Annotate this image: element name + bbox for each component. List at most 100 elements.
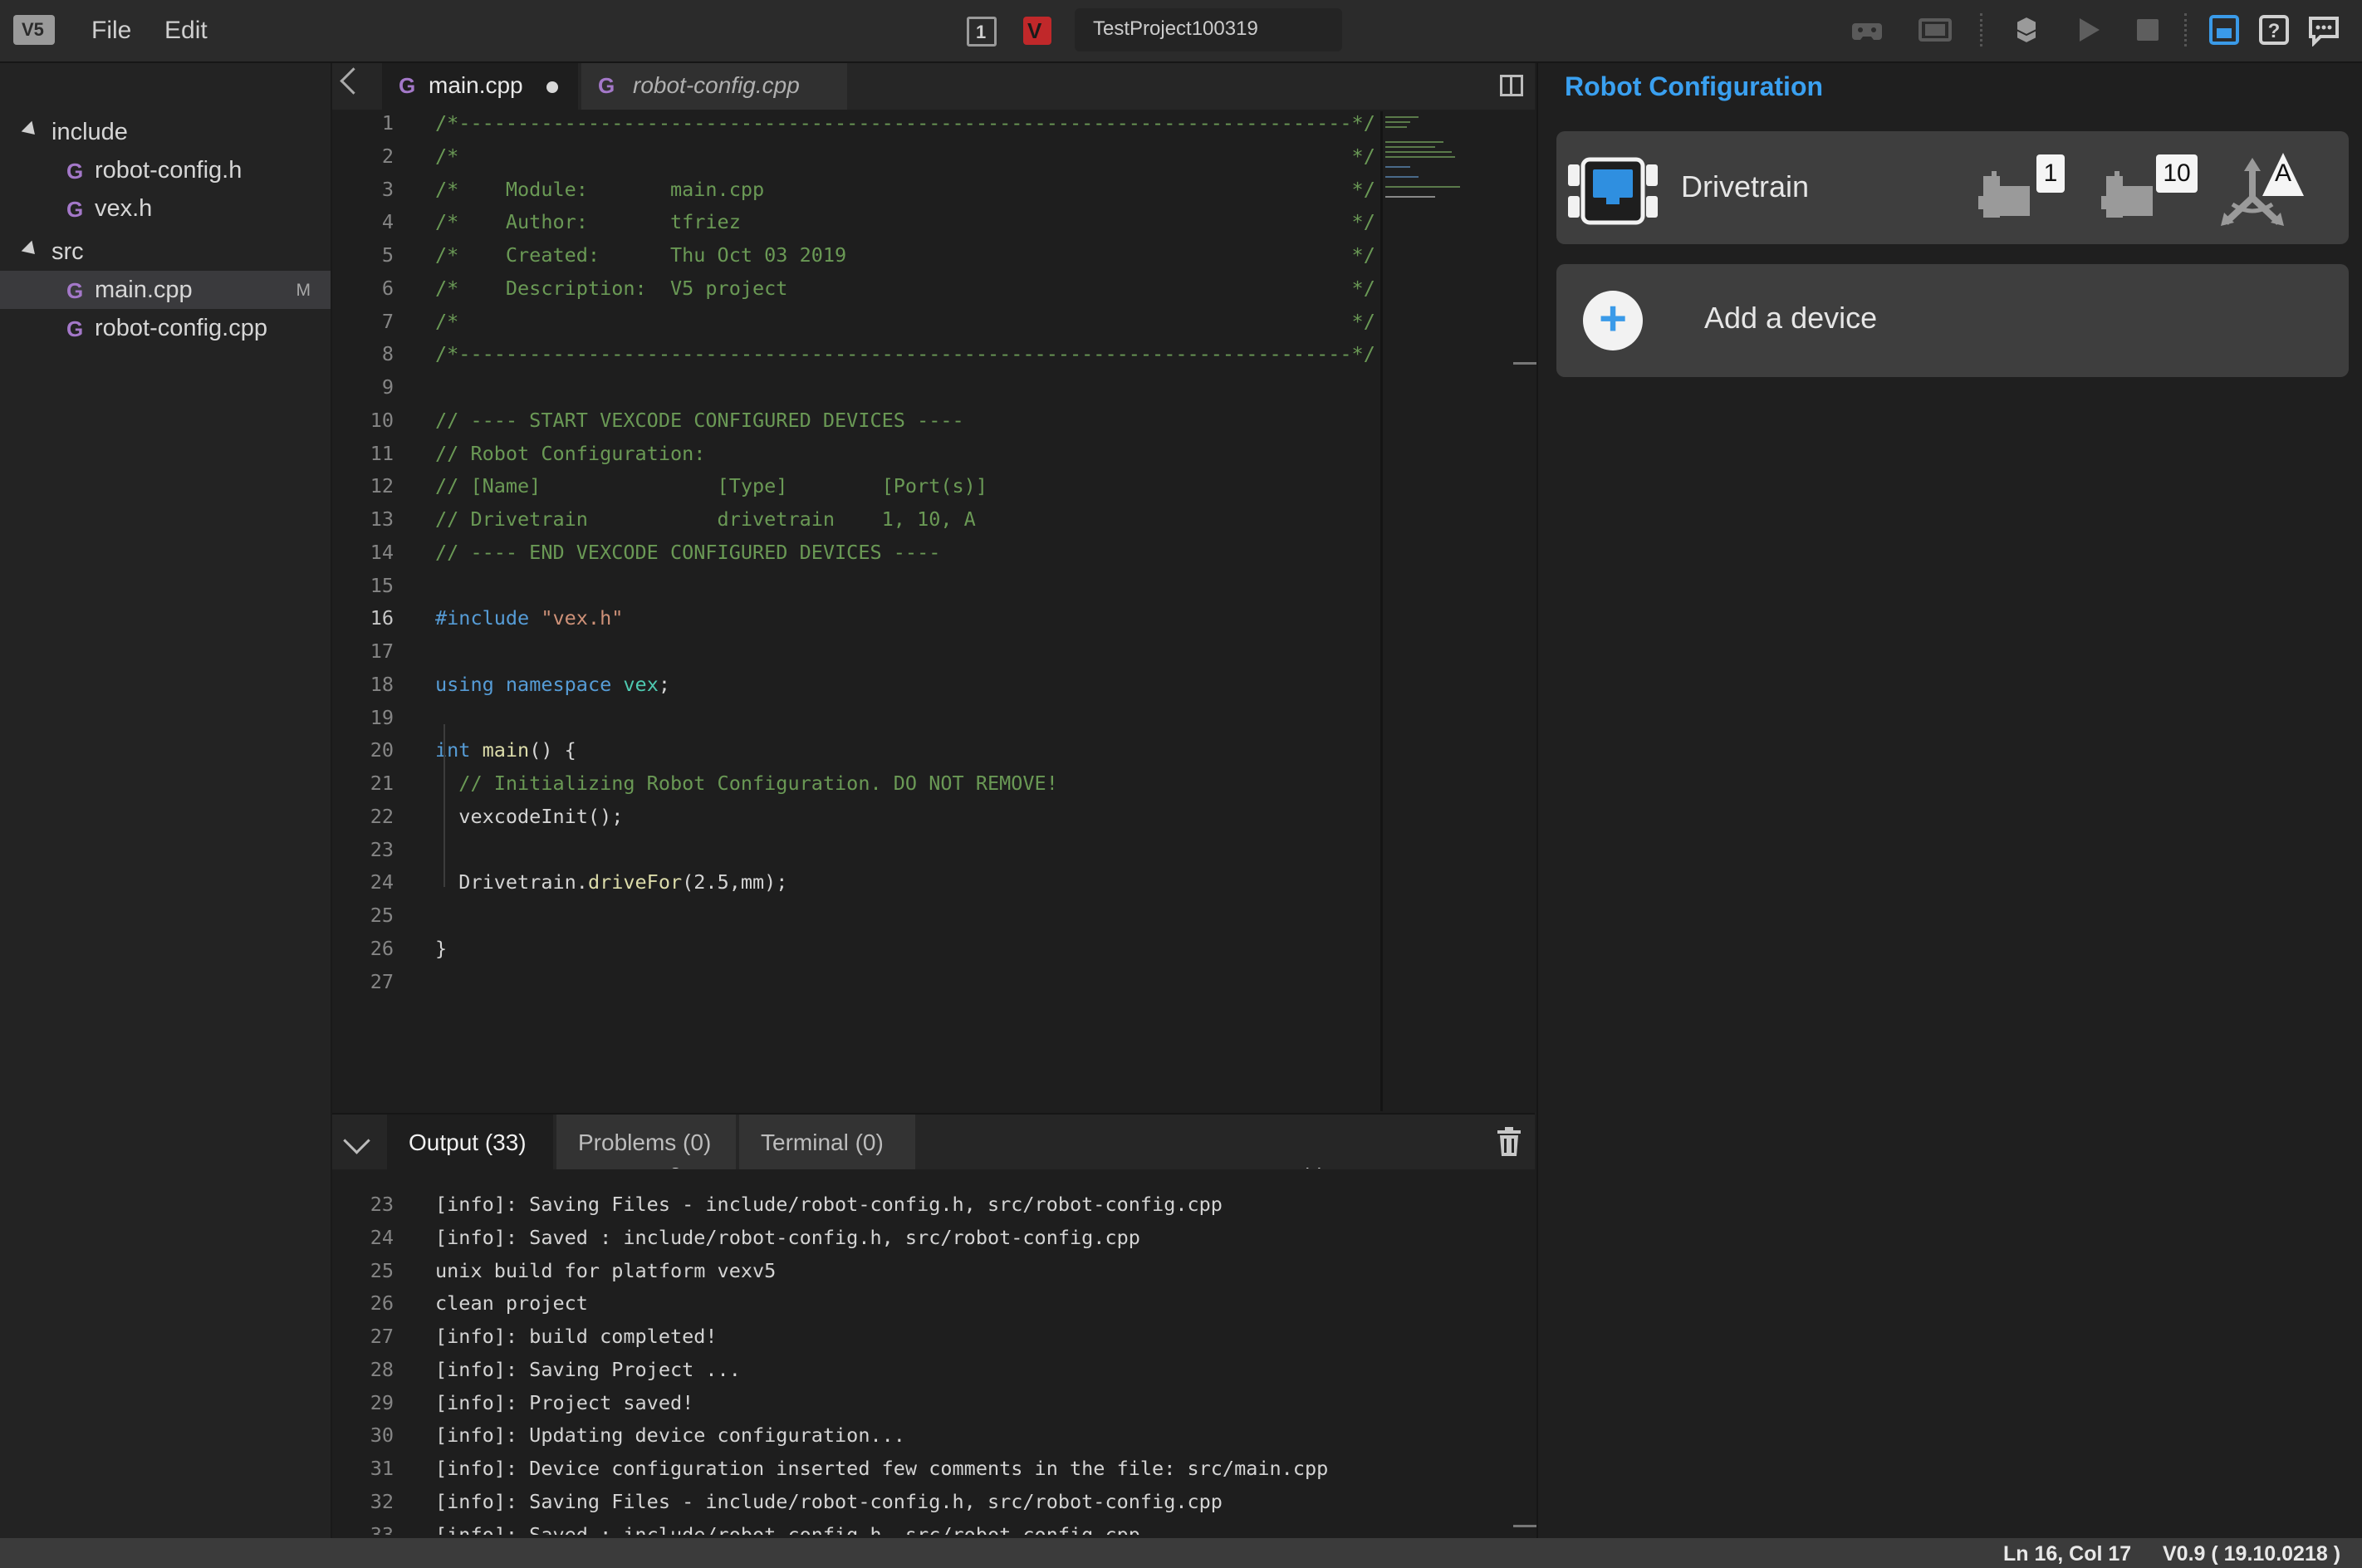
cpp-file-icon: G [66, 278, 84, 303]
tab-main-cpp[interactable]: G main.cpp [382, 63, 578, 110]
unsaved-dot-icon[interactable] [546, 81, 558, 93]
line-number: 16 [370, 606, 394, 630]
code-line[interactable]: 16 #include "vex.h" [332, 606, 1380, 636]
toolbar-separator [1980, 13, 1982, 47]
code-line[interactable]: 14 // ---- END VEXCODE CONFIGURED DEVICES… [332, 541, 1380, 571]
build-icon[interactable] [2010, 13, 2043, 47]
folder-src[interactable]: src [0, 233, 331, 271]
code-line[interactable]: 20 int main() { [332, 738, 1380, 768]
code-line[interactable]: 10 // ---- START VEXCODE CONFIGURED DEVIC… [332, 409, 1380, 439]
code-line[interactable]: 25 [332, 904, 1380, 933]
help-icon[interactable]: ? [2257, 13, 2291, 47]
minimap[interactable] [1385, 116, 1513, 199]
menu-edit[interactable]: Edit [164, 17, 208, 45]
line-number: 17 [370, 639, 394, 663]
code-line[interactable]: 2 /* */ [332, 145, 1380, 174]
play-icon[interactable] [2071, 13, 2105, 47]
file-robot-config-cpp[interactable]: G robot-config.cpp [0, 309, 331, 347]
output-line-number: 32 [370, 1489, 394, 1513]
code-text: } [435, 936, 448, 960]
code-line[interactable]: 15 [332, 574, 1380, 604]
code-line[interactable]: 13 // Drivetrain drivetrain 1, 10, A [332, 507, 1380, 537]
code-line[interactable]: 24 Drivetrain.driveFor(2.5,mm); [332, 870, 1380, 900]
file-vex-h[interactable]: G vex.h [0, 189, 331, 228]
code-line[interactable]: 7 /* */ [332, 310, 1380, 340]
line-number: 23 [370, 837, 394, 861]
code-text: vexcodeInit(); [435, 804, 624, 828]
brain-icon[interactable]: V [1023, 17, 1051, 45]
line-number: 7 [381, 309, 394, 333]
device-info-icon[interactable] [2208, 13, 2241, 47]
code-line[interactable]: 9 [332, 375, 1380, 405]
code-line[interactable]: 4 /* Author: tfriez */ [332, 210, 1380, 240]
tab-terminal-label: Terminal (0) [761, 1129, 884, 1155]
file-main-cpp[interactable]: G main.cpp M [0, 271, 331, 309]
feedback-icon[interactable] [2307, 13, 2340, 47]
expand-arrow-icon[interactable] [21, 240, 41, 260]
trash-icon[interactable] [1495, 1126, 1523, 1158]
brain-screen-icon[interactable] [1919, 13, 1952, 47]
output-text: [info]: build completed! [435, 1325, 718, 1348]
output-line-number: 30 [370, 1423, 394, 1448]
code-line[interactable]: 8 /*-------------------------------------… [332, 342, 1380, 372]
code-line[interactable]: 23 [332, 838, 1380, 868]
folder-include[interactable]: include [0, 113, 331, 151]
tab-terminal[interactable]: Terminal (0) [739, 1115, 915, 1169]
expand-arrow-icon[interactable] [21, 120, 41, 140]
code-line[interactable]: 27 [332, 970, 1380, 1000]
folder-label: src [51, 238, 84, 265]
stop-icon[interactable] [2131, 13, 2164, 47]
tab-output-label: Output (33) [409, 1129, 527, 1155]
title-bar: V5 File Edit 1 V TestProject100319 ? [0, 0, 2362, 63]
status-bar: Ln 16, Col 17 V0.9 ( 19.10.0218 ) [0, 1538, 2362, 1568]
add-device-button[interactable] [1556, 264, 2349, 377]
output-line-number: 22 [332, 1168, 394, 1169]
code-line[interactable]: 11 // Robot Configuration: [332, 442, 1380, 472]
line-number: 12 [370, 474, 394, 498]
code-text: // Initializing Robot Configuration. DO … [458, 772, 1058, 795]
code-line[interactable]: 6 /* Description: V5 project */ [332, 277, 1380, 306]
code-line[interactable]: 5 /* Created: Thu Oct 03 2019 */ [332, 243, 1380, 273]
controller-icon[interactable] [1850, 13, 1884, 47]
output-text: [info]: Saving Files - include/robot-con… [435, 1193, 1223, 1216]
menu-file[interactable]: File [91, 17, 131, 45]
tab-robot-config-cpp[interactable]: G robot-config.cpp [581, 63, 847, 110]
output-line-number: 23 [370, 1193, 394, 1216]
code-line[interactable]: 19 [332, 706, 1380, 736]
code-line[interactable]: 12 // [Name] [Type] [Port(s)] [332, 474, 1380, 504]
output-text: clean project [435, 1291, 588, 1316]
output-line: 29 [info]: Project saved! [332, 1391, 1512, 1421]
output-line: 26 clean project [332, 1291, 1512, 1321]
plus-icon[interactable]: + [1583, 291, 1643, 350]
code-line[interactable]: 1 /*-------------------------------------… [332, 111, 1380, 141]
scrollbar-thumb[interactable] [1513, 1525, 1536, 1527]
code-line[interactable]: 26} [332, 937, 1380, 967]
line-number: 26 [370, 936, 394, 960]
panel-title: Robot Configuration [1565, 71, 1824, 101]
add-device-label: Add a device [1704, 301, 1878, 335]
code-editor[interactable]: 1 /*-------------------------------------… [332, 111, 1380, 1111]
tab-output[interactable]: Output (33) [387, 1115, 553, 1169]
file-robot-config-h[interactable]: G robot-config.h [0, 151, 331, 189]
line-number: 1 [381, 111, 394, 135]
vexcode-logo: V5 [13, 15, 55, 45]
tab-problems[interactable]: Problems (0) [556, 1115, 736, 1169]
slot-selector-icon[interactable]: 1 [967, 17, 997, 47]
code-line[interactable]: 22 vexcodeInit(); [332, 805, 1380, 835]
output-text: [info]: Device configuration inserted fe… [435, 1168, 1328, 1169]
split-editor-icon[interactable] [1500, 75, 1523, 96]
cursor-position[interactable]: Ln 16, Col 17 [2003, 1542, 2131, 1566]
scrollbar-thumb[interactable] [1513, 362, 1536, 365]
code-line[interactable]: 21 // Initializing Robot Configuration. … [332, 772, 1380, 801]
code-text: /*--------------------------------------… [435, 342, 1375, 366]
output-log[interactable]: 22 [info]: Device configuration inserted … [332, 1168, 1535, 1535]
version-label: V0.9 ( 19.10.0218 ) [2163, 1542, 2341, 1566]
code-line[interactable]: 17 [332, 639, 1380, 669]
cpp-file-icon: G [399, 73, 416, 98]
code-text: // Robot Configuration: [435, 441, 706, 465]
code-text: // ---- START VEXCODE CONFIGURED DEVICES… [435, 408, 964, 432]
cpp-file-icon: G [66, 197, 84, 222]
line-number: 2 [381, 144, 394, 168]
code-line[interactable]: 3 /* Module: main.cpp */ [332, 178, 1380, 208]
code-line[interactable]: 18 using namespace vex; [332, 673, 1380, 703]
